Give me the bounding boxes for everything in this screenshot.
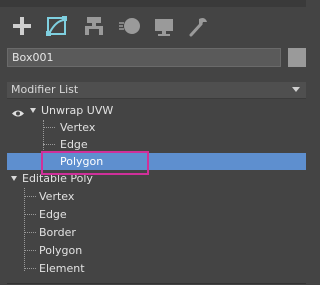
chevron-down-icon [292,87,300,92]
motion-icon[interactable] [117,13,143,39]
stack-subitem-label: Polygon [39,244,83,257]
stack-subitem-edge[interactable]: Edge [7,206,306,223]
stack-subitem-vertex[interactable]: Vertex [7,119,306,136]
hierarchy-icon[interactable] [81,13,107,39]
create-icon[interactable] [9,13,35,39]
annotation-highlight-box [41,151,149,175]
display-icon[interactable] [151,13,177,39]
panel-top-strip [0,0,306,7]
stack-subitem-element[interactable]: Element [7,260,306,277]
modifier-list-dropdown[interactable]: Modifier List [7,82,306,99]
object-color-swatch[interactable] [288,48,306,67]
stack-subitem-label: Edge [39,208,67,221]
stack-subitem-label: Element [39,262,85,275]
object-name-field[interactable]: Box001 [7,48,281,67]
stack-item-label: Unwrap UVW [41,104,114,117]
modify-icon[interactable] [44,13,70,39]
stack-subitem-label: Vertex [39,190,75,203]
stack-subitem-label: Vertex [60,121,96,134]
command-panel-tabs [0,7,306,47]
modifier-list-label: Modifier List [11,83,79,96]
stack-subitem-label: Border [39,226,76,239]
utilities-icon[interactable] [185,13,211,39]
stack-subitem-polygon[interactable]: Polygon [7,242,306,259]
stack-subitem-border[interactable]: Border [7,224,306,241]
expand-triangle-icon[interactable] [11,176,17,181]
expand-triangle-icon[interactable] [30,108,36,113]
stack-item-unwrap-uvw[interactable]: Unwrap UVW [7,102,306,119]
panel-divider [7,283,306,284]
modifier-stack: Unwrap UVW Vertex Edge Polygon Editable … [7,100,306,282]
stack-subitem-vertex[interactable]: Vertex [7,188,306,205]
